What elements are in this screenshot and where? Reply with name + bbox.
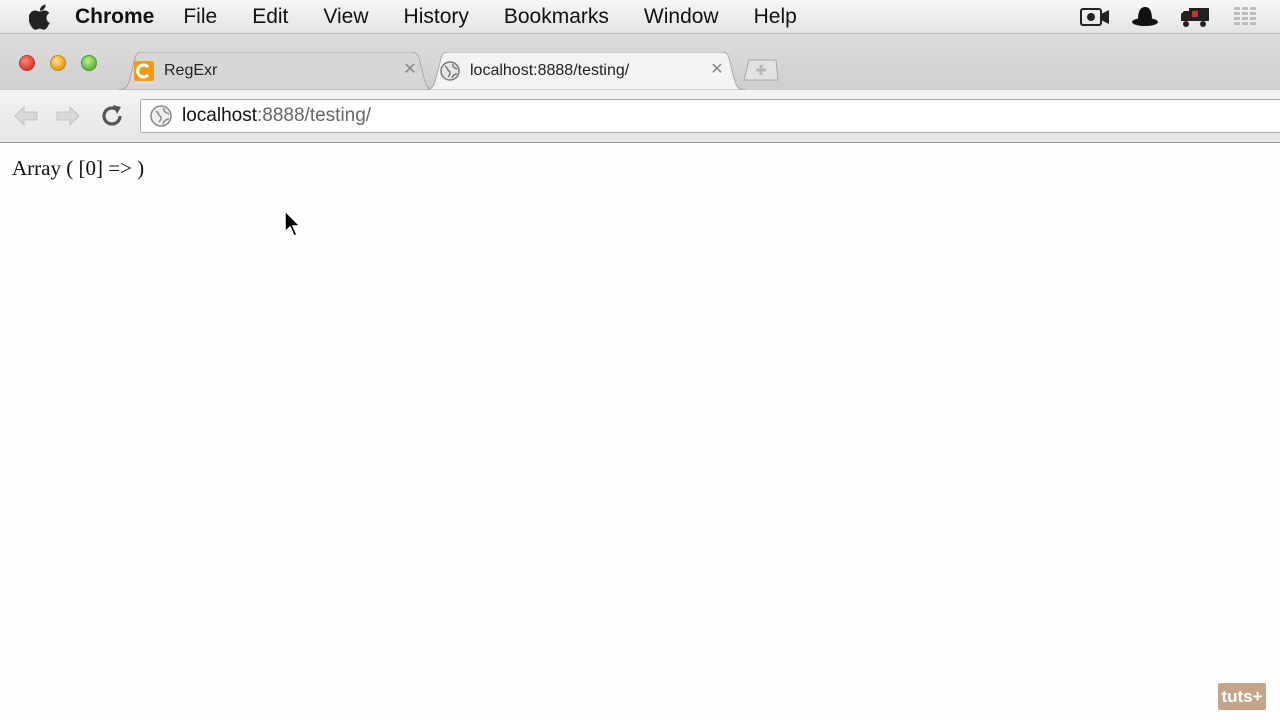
reload-button[interactable] xyxy=(98,102,126,130)
tab-title: RegExr xyxy=(164,62,218,79)
tab-regexr[interactable]: RegExr ✕ xyxy=(118,52,436,90)
globe-icon xyxy=(150,105,172,127)
menu-window[interactable]: Window xyxy=(644,5,719,29)
tab-close-icon[interactable]: ✕ xyxy=(709,62,725,78)
truck-icon[interactable] xyxy=(1180,6,1210,28)
grid-icon[interactable] xyxy=(1230,6,1260,28)
back-button[interactable] xyxy=(12,102,40,130)
arrow-left-icon xyxy=(14,105,38,127)
arrow-right-icon xyxy=(56,105,80,127)
menu-history[interactable]: History xyxy=(404,5,469,29)
reload-icon xyxy=(102,105,122,126)
tab-close-icon[interactable]: ✕ xyxy=(402,62,418,78)
tuts-plus-watermark: tuts+ xyxy=(1218,683,1266,710)
url-text: localhost:8888/testing/ xyxy=(182,105,371,127)
regexr-favicon xyxy=(134,61,154,81)
apple-icon[interactable] xyxy=(29,4,55,30)
menu-help[interactable]: Help xyxy=(754,5,797,29)
mouse-cursor-icon xyxy=(284,210,302,238)
camera-icon[interactable] xyxy=(1080,6,1110,28)
tab-localhost[interactable]: localhost:8888/testing/ ✕ xyxy=(424,52,746,90)
url-path: :8888/testing/ xyxy=(257,105,372,126)
tab-title: localhost:8888/testing/ xyxy=(470,62,630,79)
page-content: Array ( [0] => ) xyxy=(0,144,1280,720)
tab-strip: RegExr ✕ localhost:8888/testing/ ✕ xyxy=(0,34,1280,90)
menu-app-chrome[interactable]: Chrome xyxy=(75,5,154,29)
menu-edit[interactable]: Edit xyxy=(252,5,288,29)
minimize-window-button[interactable] xyxy=(50,55,66,71)
address-bar[interactable]: localhost:8888/testing/ xyxy=(140,99,1280,133)
menu-view[interactable]: View xyxy=(323,5,368,29)
hat-icon[interactable] xyxy=(1130,6,1160,28)
url-host: localhost xyxy=(182,105,257,126)
forward-button[interactable] xyxy=(54,102,82,130)
status-tray xyxy=(1080,0,1280,34)
browser-toolbar: localhost:8888/testing/ xyxy=(0,90,1280,143)
php-output: Array ( [0] => ) xyxy=(12,156,145,180)
menu-bar: Chrome File Edit View History Bookmarks … xyxy=(0,0,1280,34)
new-tab-button[interactable] xyxy=(742,58,780,82)
close-window-button[interactable] xyxy=(19,55,35,71)
menu-file[interactable]: File xyxy=(183,5,217,29)
menu-bookmarks[interactable]: Bookmarks xyxy=(504,5,609,29)
globe-icon xyxy=(440,61,460,81)
zoom-window-button[interactable] xyxy=(81,55,97,71)
